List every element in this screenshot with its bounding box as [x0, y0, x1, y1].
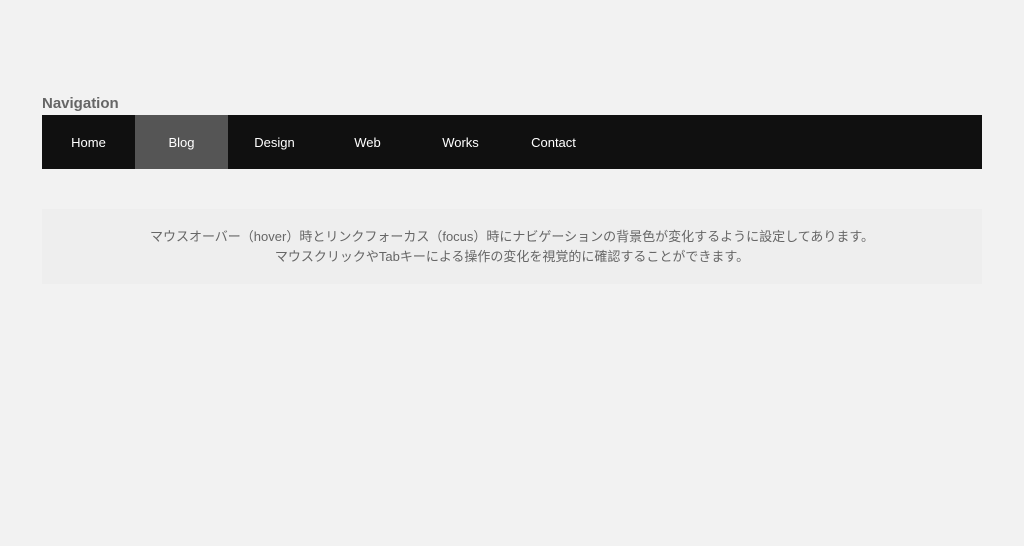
info-line-2: マウスクリックやTabキーによる操作の変化を視覚的に確認することができます。	[62, 247, 962, 267]
info-box: マウスオーバー（hover）時とリンクフォーカス（focus）時にナビゲーション…	[42, 209, 982, 284]
nav-title: Navigation	[42, 95, 982, 112]
nav-item-contact[interactable]: Contact	[507, 115, 600, 169]
nav-item-blog[interactable]: Blog	[135, 115, 228, 169]
nav-item-works[interactable]: Works	[414, 115, 507, 169]
nav-item-web[interactable]: Web	[321, 115, 414, 169]
info-line-1: マウスオーバー（hover）時とリンクフォーカス（focus）時にナビゲーション…	[62, 227, 962, 247]
nav-item-home[interactable]: Home	[42, 115, 135, 169]
nav-item-design[interactable]: Design	[228, 115, 321, 169]
nav-bar: Home Blog Design Web Works Contact	[42, 115, 982, 169]
